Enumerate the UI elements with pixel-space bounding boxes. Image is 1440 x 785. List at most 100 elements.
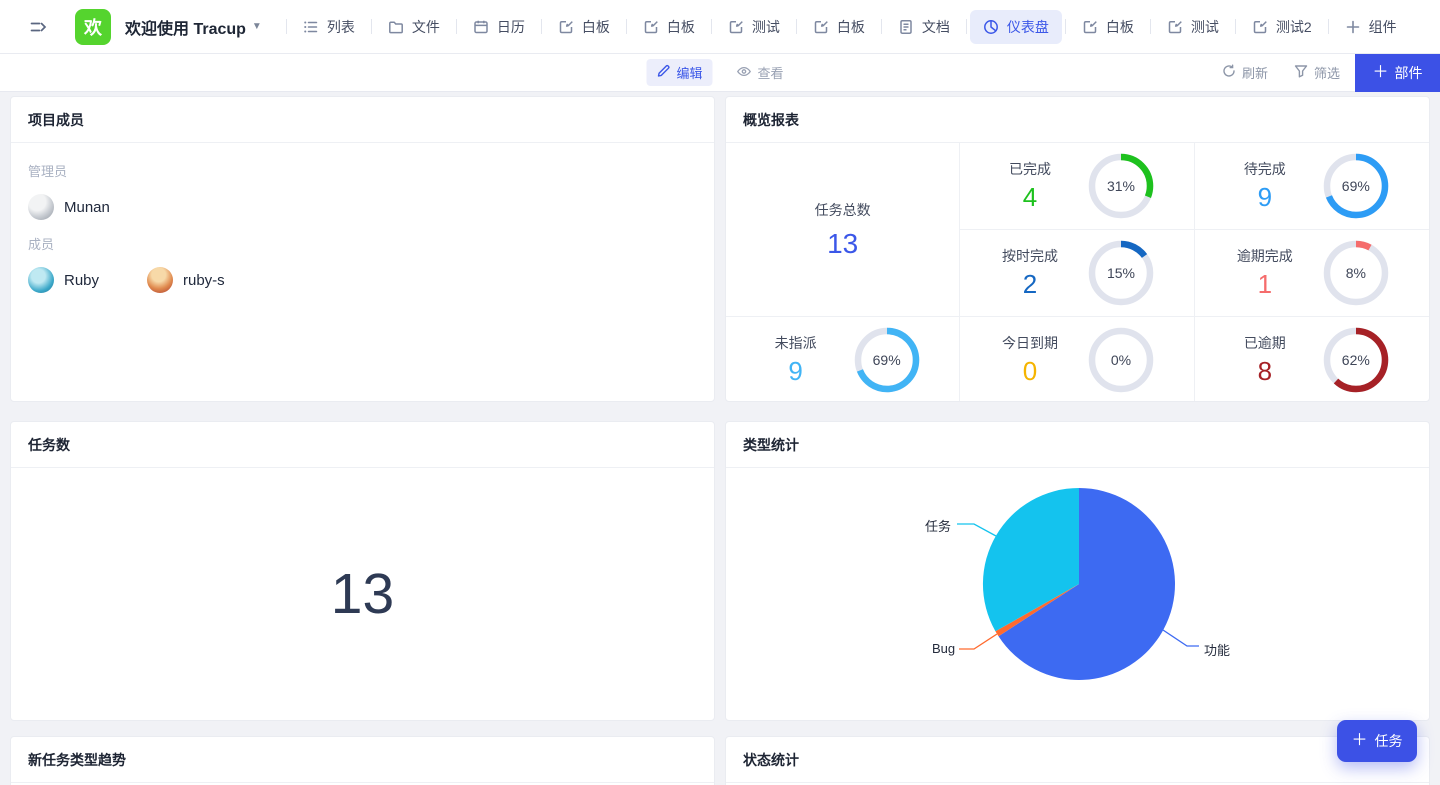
tab-whiteboard-3[interactable]: 白板	[800, 10, 878, 44]
tab-files[interactable]: 文件	[375, 10, 453, 44]
stat-label: 已完成	[1008, 161, 1051, 177]
toolbar-actions: 刷新 筛选	[1222, 63, 1340, 82]
sidebar-collapse-icon[interactable]	[26, 15, 50, 39]
pencil-icon	[656, 64, 670, 81]
tab-dashboard[interactable]: 仪表盘	[969, 9, 1062, 44]
stat-due-today: 今日到期 0 0%	[960, 317, 1195, 401]
tab-add-component[interactable]: 组件	[1332, 10, 1410, 44]
stat-pending: 待完成 9 69%	[1194, 143, 1429, 230]
dashboard-toolbar: 编辑 查看 刷新 筛选 ＋ 部件	[0, 54, 1440, 92]
whiteboard-icon	[1167, 19, 1183, 35]
refresh-icon	[1222, 64, 1236, 81]
stat-label: 待完成	[1243, 161, 1286, 177]
stat-overdue: 已逾期 8 62%	[1195, 317, 1429, 401]
panel-title: 项目成员	[28, 111, 84, 128]
mode-switch: 编辑 查看	[646, 59, 793, 86]
whiteboard-icon	[1252, 19, 1268, 35]
members-body: 管理员 Munan 成员 Ruby ruby-s	[11, 143, 714, 401]
tab-label: 白板	[581, 18, 610, 35]
tab-list[interactable]: 列表	[290, 10, 368, 44]
tab-whiteboard-2[interactable]: 白板	[630, 10, 708, 44]
panel-title: 状态统计	[743, 751, 799, 768]
tab-divider	[455, 19, 457, 34]
stat-value: 9	[788, 356, 803, 386]
tab-label: 组件	[1368, 18, 1397, 35]
chevron-down-icon[interactable]: ▼	[252, 21, 262, 32]
tab-calendar[interactable]: 日历	[460, 10, 538, 44]
tab-whiteboard-1[interactable]: 白板	[545, 10, 623, 44]
ring-percent: 15%	[1106, 265, 1135, 281]
add-task-label: 任务	[1374, 733, 1403, 749]
stat-value: 4	[1022, 182, 1038, 212]
add-task-button[interactable]: ＋ 任务	[1337, 720, 1417, 762]
pie-label-task: 任务	[925, 519, 952, 534]
stat-label: 今日到期	[1001, 335, 1058, 351]
tab-label: 列表	[326, 18, 355, 35]
overview-grid: 任务总数 13 已完成 4 31% 待完成 9 69% 按时完成 2 15% 逾…	[726, 143, 1429, 401]
ring-percent: 69%	[872, 352, 901, 368]
panel-header: 项目成员	[11, 97, 714, 143]
tab-docs[interactable]: 文档	[885, 10, 963, 44]
edit-mode-button[interactable]: 编辑	[646, 59, 713, 86]
progress-ring: 31%	[1087, 152, 1155, 220]
avatar	[28, 267, 54, 293]
type-stats-panel: 类型统计 任务 Bug 功能	[725, 421, 1430, 721]
tab-divider	[625, 19, 627, 34]
pie-label-bug: Bug	[932, 641, 956, 656]
stat-label: 未指派	[774, 335, 817, 351]
stat-unassigned: 未指派 9 69%	[726, 317, 961, 401]
whiteboard-icon	[643, 19, 659, 35]
panel-header: 任务数	[11, 422, 714, 468]
task-count-body: 13	[11, 468, 714, 720]
member-list: Ruby ruby-s	[28, 267, 697, 293]
member-name: Munan	[64, 198, 110, 216]
tab-test2[interactable]: 测试2	[1239, 10, 1325, 44]
folder-icon	[388, 19, 404, 35]
member-name: Ruby	[64, 271, 100, 289]
view-tabs: 列表 文件 日历 白板 白板 测试 白板 文档 仪表盘 白板 测试 测试2 组件	[285, 9, 1413, 44]
project-members-panel: 项目成员 管理员 Munan 成员 Ruby ruby-s	[10, 96, 715, 402]
whiteboard-icon	[1082, 19, 1098, 35]
tab-divider	[285, 19, 287, 34]
pie-leader-line-bug	[959, 633, 998, 650]
stat-value: 8	[1257, 356, 1273, 386]
tab-label: 日历	[496, 18, 525, 35]
member-item[interactable]: Munan	[28, 194, 147, 220]
ring-percent: 0%	[1110, 352, 1132, 368]
avatar	[28, 194, 54, 220]
panel-title: 概览报表	[743, 111, 799, 128]
tab-label: 白板	[666, 18, 695, 35]
eye-icon	[737, 64, 752, 82]
ring-percent: 8%	[1345, 265, 1366, 281]
panel-header: 类型统计	[726, 422, 1429, 468]
type-stats-body: 任务 Bug 功能	[726, 468, 1429, 720]
add-widget-button[interactable]: ＋ 部件	[1355, 54, 1440, 92]
view-mode-button[interactable]: 查看	[727, 59, 794, 86]
document-icon	[898, 19, 914, 35]
tab-label: 测试	[751, 18, 780, 35]
ring-percent: 62%	[1341, 352, 1370, 368]
member-item[interactable]: ruby-s	[147, 267, 266, 293]
task-count-value: 13	[330, 562, 395, 626]
whiteboard-icon	[813, 19, 829, 35]
pie-leader-line-feature	[1162, 629, 1199, 647]
filter-button[interactable]: 筛选	[1294, 63, 1340, 82]
dashboard-pie-icon	[983, 19, 999, 35]
admin-section-label: 管理员	[28, 164, 68, 179]
tab-test-2[interactable]: 测试	[1154, 10, 1232, 44]
stat-label: 逾期完成	[1236, 248, 1293, 264]
refresh-button[interactable]: 刷新	[1222, 63, 1268, 82]
tab-divider	[710, 19, 712, 34]
panel-header: 概览报表	[726, 97, 1429, 143]
stat-value: 0	[1022, 356, 1038, 386]
tab-divider	[540, 19, 542, 34]
overview-report-panel: 概览报表 任务总数 13 已完成 4 31% 待完成 9 69% 按时完成 2 …	[725, 96, 1430, 402]
tab-test-1[interactable]: 测试	[715, 10, 793, 44]
project-title[interactable]: 欢迎使用 Tracup	[125, 15, 246, 39]
new-task-trend-panel: 新任务类型趋势	[10, 736, 715, 785]
progress-ring: 0%	[1087, 326, 1155, 394]
stat-completed-late: 逾期完成 1 8%	[1194, 230, 1429, 317]
project-logo[interactable]: 欢	[75, 8, 111, 45]
member-item[interactable]: Ruby	[28, 267, 147, 293]
tab-whiteboard-4[interactable]: 白板	[1069, 10, 1147, 44]
